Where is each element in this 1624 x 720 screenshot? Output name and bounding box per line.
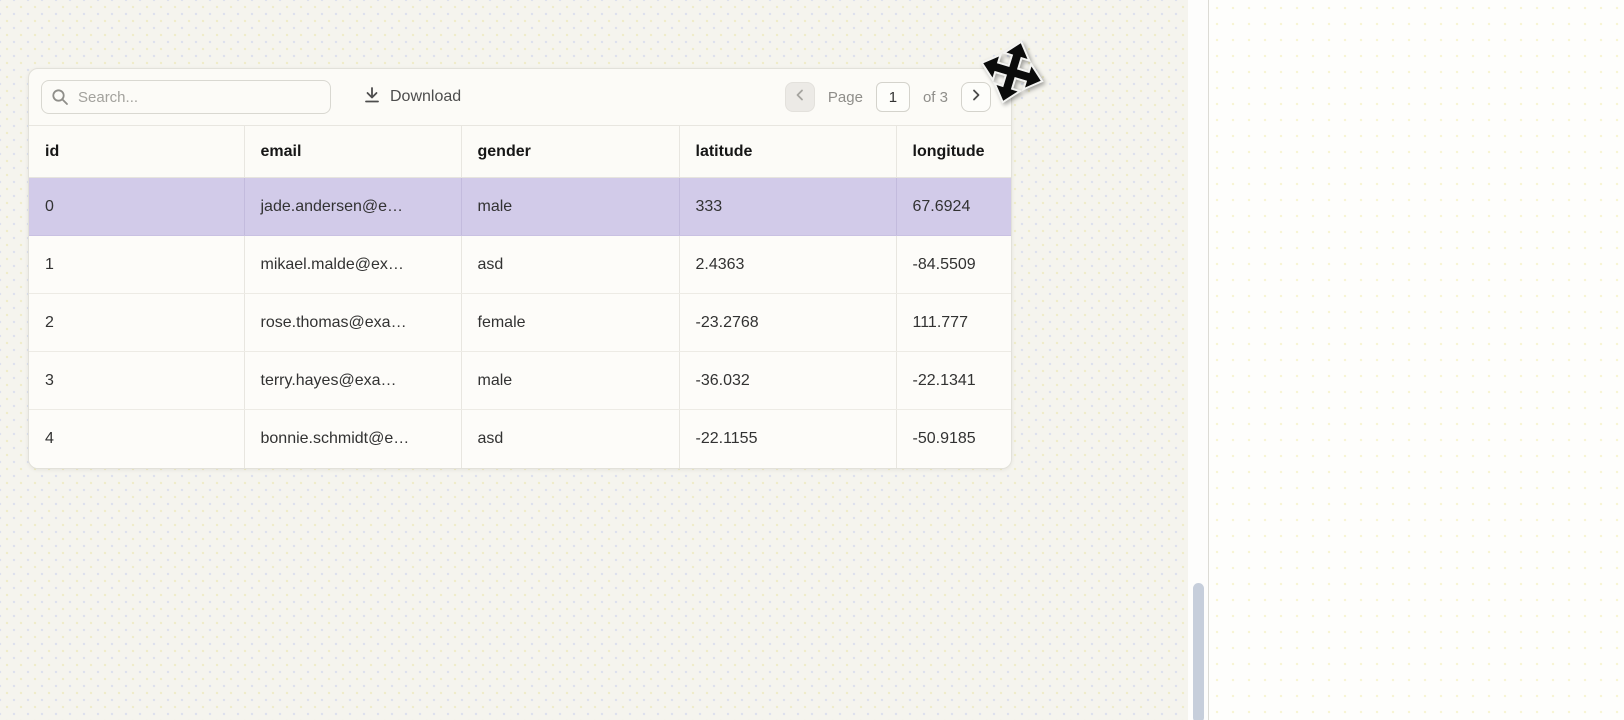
vertical-scrollbar-track[interactable] bbox=[1188, 0, 1208, 720]
cell-longitude[interactable]: 111.777 bbox=[896, 294, 1012, 352]
column-header-id[interactable]: id bbox=[29, 126, 244, 178]
cell-id[interactable]: 3 bbox=[29, 352, 244, 410]
table-toolbar: Download Page of 3 bbox=[29, 69, 1011, 125]
cell-latitude[interactable]: 2.4363 bbox=[679, 236, 896, 294]
page-count-label: of 3 bbox=[923, 89, 948, 106]
scrollbar-thumb[interactable] bbox=[1193, 583, 1204, 720]
cell-gender[interactable]: asd bbox=[461, 410, 679, 468]
cell-latitude[interactable]: 333 bbox=[679, 178, 896, 236]
prev-page-button[interactable] bbox=[785, 82, 815, 112]
column-header-gender[interactable]: gender bbox=[461, 126, 679, 178]
cell-gender[interactable]: female bbox=[461, 294, 679, 352]
page-label: Page bbox=[828, 89, 863, 106]
chevron-left-icon bbox=[793, 88, 807, 107]
cell-id[interactable]: 0 bbox=[29, 178, 244, 236]
cell-id[interactable]: 4 bbox=[29, 410, 244, 468]
cell-email[interactable]: bonnie.schmidt@e… bbox=[244, 410, 461, 468]
data-table-card: Download Page of 3 bbox=[28, 68, 1012, 469]
cell-email[interactable]: jade.andersen@e… bbox=[244, 178, 461, 236]
cell-email[interactable]: rose.thomas@exa… bbox=[244, 294, 461, 352]
cell-gender[interactable]: male bbox=[461, 178, 679, 236]
pagination: Page of 3 bbox=[785, 82, 991, 112]
data-table: id email gender latitude longitude 0 jad… bbox=[29, 125, 1012, 468]
download-label: Download bbox=[390, 88, 461, 106]
cell-gender[interactable]: asd bbox=[461, 236, 679, 294]
cell-longitude[interactable]: -50.9185 bbox=[896, 410, 1012, 468]
cell-gender[interactable]: male bbox=[461, 352, 679, 410]
right-panel bbox=[1208, 0, 1624, 720]
download-button[interactable]: Download bbox=[363, 86, 461, 109]
column-header-email[interactable]: email bbox=[244, 126, 461, 178]
cell-latitude[interactable]: -36.032 bbox=[679, 352, 896, 410]
download-icon bbox=[363, 86, 381, 109]
move-cursor-icon bbox=[978, 38, 1046, 111]
page-number-input[interactable] bbox=[876, 82, 910, 112]
cell-email[interactable]: terry.hayes@exa… bbox=[244, 352, 461, 410]
cell-longitude[interactable]: -84.5509 bbox=[896, 236, 1012, 294]
cell-latitude[interactable]: -22.1155 bbox=[679, 410, 896, 468]
cell-id[interactable]: 2 bbox=[29, 294, 244, 352]
table-row-selected[interactable]: 0 jade.andersen@e… male 333 67.6924 bbox=[29, 178, 1012, 236]
cell-latitude[interactable]: -23.2768 bbox=[679, 294, 896, 352]
search-input[interactable] bbox=[41, 80, 331, 114]
app-window: Download Page of 3 bbox=[0, 0, 1624, 720]
table-row[interactable]: 1 mikael.malde@ex… asd 2.4363 -84.5509 bbox=[29, 236, 1012, 294]
table-row[interactable]: 2 rose.thomas@exa… female -23.2768 111.7… bbox=[29, 294, 1012, 352]
table-header-row: id email gender latitude longitude bbox=[29, 126, 1012, 178]
table-row[interactable]: 3 terry.hayes@exa… male -36.032 -22.1341 bbox=[29, 352, 1012, 410]
cell-longitude[interactable]: 67.6924 bbox=[896, 178, 1012, 236]
column-header-longitude[interactable]: longitude bbox=[896, 126, 1012, 178]
cell-id[interactable]: 1 bbox=[29, 236, 244, 294]
main-content-area: Download Page of 3 bbox=[0, 0, 1188, 720]
cell-email[interactable]: mikael.malde@ex… bbox=[244, 236, 461, 294]
cell-longitude[interactable]: -22.1341 bbox=[896, 352, 1012, 410]
table-row[interactable]: 4 bonnie.schmidt@e… asd -22.1155 -50.918… bbox=[29, 410, 1012, 468]
search-box bbox=[41, 80, 331, 114]
column-header-latitude[interactable]: latitude bbox=[679, 126, 896, 178]
